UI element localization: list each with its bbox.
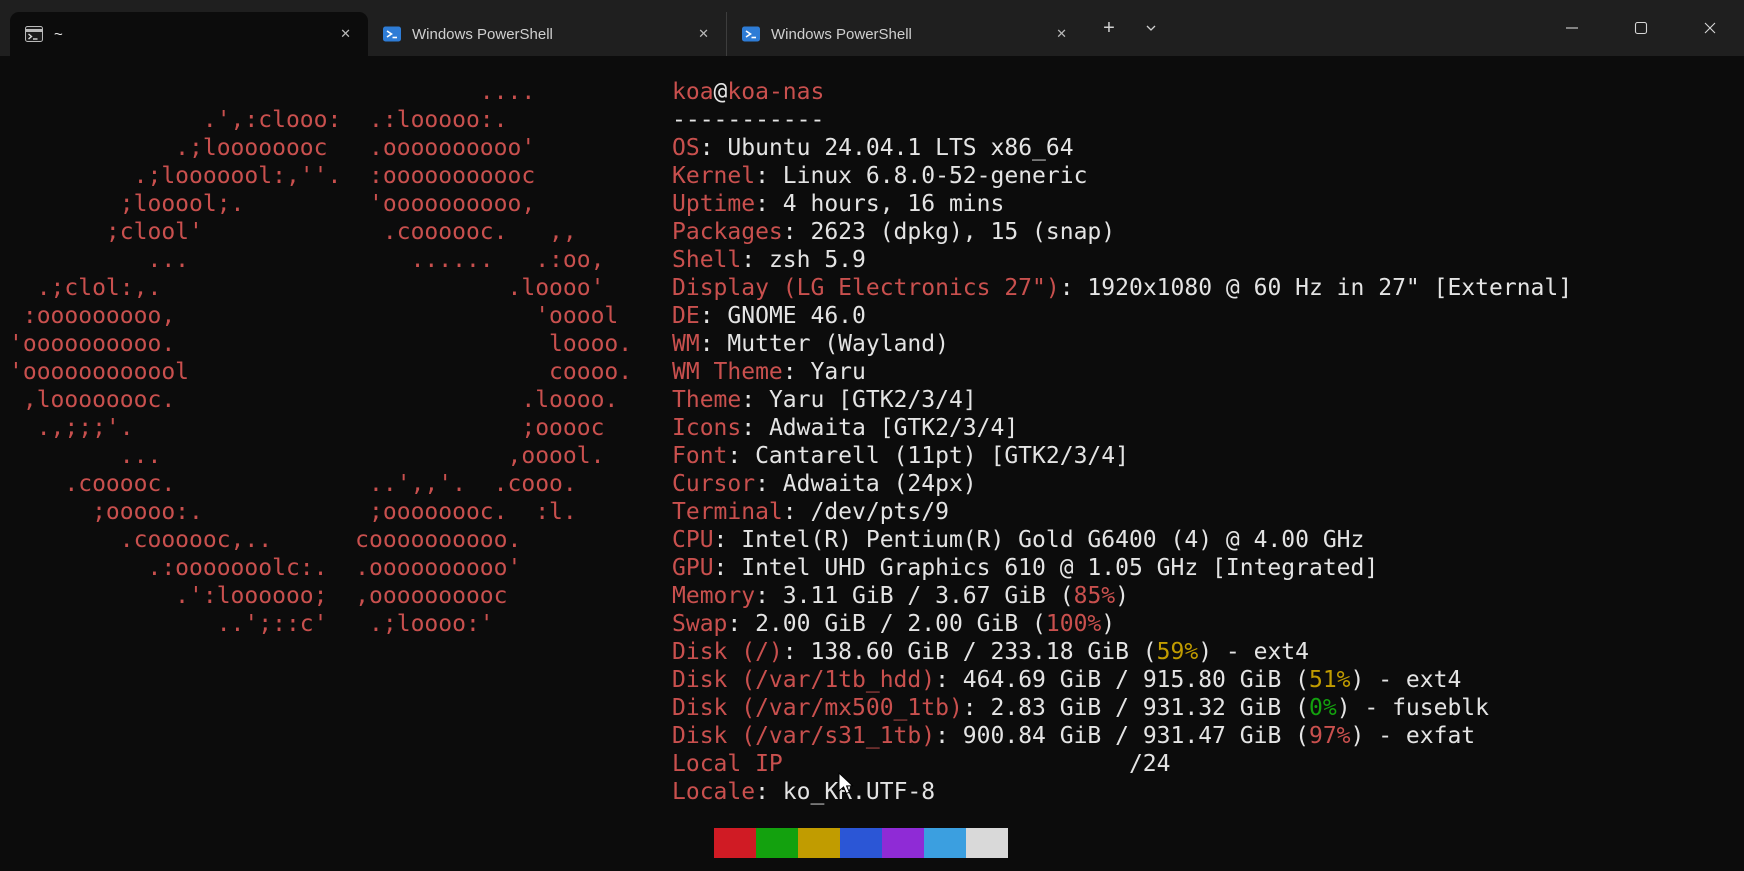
info-line: Kernel: Linux 6.8.0-52-generic bbox=[672, 163, 1088, 189]
tab-close-icon[interactable]: ✕ bbox=[333, 24, 358, 44]
info-line: Packages: 2623 (dpkg), 15 (snap) bbox=[672, 219, 1116, 245]
info-line: Disk (/var/1tb_hdd): 464.69 GiB / 915.80… bbox=[672, 667, 1462, 693]
tab-label: ~ bbox=[54, 25, 63, 43]
tab-dropdown-button[interactable] bbox=[1134, 12, 1168, 44]
powershell-icon bbox=[741, 24, 761, 44]
info-line: Terminal: /dev/pts/9 bbox=[672, 499, 949, 525]
close-button[interactable] bbox=[1675, 0, 1744, 56]
info-line: koa@koa-nas bbox=[672, 79, 825, 105]
tab-powershell-2[interactable]: Windows PowerShell ✕ bbox=[726, 12, 1084, 56]
color-swatch bbox=[756, 828, 798, 858]
info-line: Cursor: Adwaita (24px) bbox=[672, 471, 977, 497]
color-swatch bbox=[882, 828, 924, 858]
tab-strip: ~ ✕ Windows PowerShell ✕ Windows PowerSh… bbox=[0, 0, 1537, 56]
close-icon bbox=[1704, 22, 1715, 34]
info-line: ----------- bbox=[672, 107, 825, 133]
info-line: Swap: 2.00 GiB / 2.00 GiB (100%) bbox=[672, 611, 1116, 637]
minimize-icon bbox=[1565, 27, 1578, 29]
terminal-body[interactable]: .... .',:clooo: .:looooo:. .;loooooooc .… bbox=[0, 56, 1744, 858]
info-line: GPU: Intel UHD Graphics 610 @ 1.05 GHz [… bbox=[672, 555, 1379, 581]
terminal-window: ~ ✕ Windows PowerShell ✕ Windows PowerSh… bbox=[0, 0, 1744, 871]
terminal-icon bbox=[24, 24, 44, 44]
maximize-icon bbox=[1634, 21, 1647, 35]
tab-label: Windows PowerShell bbox=[771, 25, 912, 43]
maximize-button[interactable] bbox=[1606, 0, 1675, 56]
ascii-art: .... .',:clooo: .:looooo:. .;loooooooc .… bbox=[9, 79, 633, 637]
tab-close-icon[interactable]: ✕ bbox=[691, 24, 716, 44]
info-line: Display (LG Electronics 27"): 1920x1080 … bbox=[672, 275, 1573, 301]
powershell-icon bbox=[382, 24, 402, 44]
info-line: Locale: ko_KR.UTF-8 bbox=[672, 779, 936, 805]
system-info-lines: koa@koa-nas ----------- OS: Ubuntu 24.04.1… bbox=[672, 78, 1572, 806]
info-line: OS: Ubuntu 24.04.1 LTS x86_64 bbox=[672, 135, 1074, 161]
tab-close-icon[interactable]: ✕ bbox=[1049, 24, 1074, 44]
color-swatch bbox=[798, 828, 840, 858]
info-line: CPU: Intel(R) Pentium(R) Gold G6400 (4) … bbox=[672, 527, 1365, 553]
tab-label: Windows PowerShell bbox=[412, 25, 553, 43]
color-swatches bbox=[672, 828, 1572, 858]
minimize-button[interactable] bbox=[1537, 0, 1606, 56]
tab-powershell-1[interactable]: Windows PowerShell ✕ bbox=[368, 12, 726, 56]
color-swatch bbox=[714, 828, 756, 858]
info-line: Disk (/): 138.60 GiB / 233.18 GiB (59%) … bbox=[672, 639, 1309, 665]
info-line: Font: Cantarell (11pt) [GTK2/3/4] bbox=[672, 443, 1129, 469]
color-swatch bbox=[840, 828, 882, 858]
info-line: Theme: Yaru [GTK2/3/4] bbox=[672, 387, 977, 413]
color-swatch bbox=[924, 828, 966, 858]
titlebar[interactable]: ~ ✕ Windows PowerShell ✕ Windows PowerSh… bbox=[0, 0, 1744, 56]
info-line: Uptime: 4 hours, 16 mins bbox=[672, 191, 1005, 217]
window-controls bbox=[1537, 0, 1744, 56]
color-swatch bbox=[672, 828, 714, 858]
info-line: Disk (/var/mx500_1tb): 2.83 GiB / 931.32… bbox=[672, 695, 1490, 721]
fastfetch-output: koa@koa-nas ----------- OS: Ubuntu 24.04.1… bbox=[672, 78, 1572, 858]
info-line: Icons: Adwaita [GTK2/3/4] bbox=[672, 415, 1019, 441]
chevron-down-icon bbox=[1146, 25, 1156, 31]
info-line: Local IP /24 bbox=[672, 751, 1171, 777]
info-line: WM: Mutter (Wayland) bbox=[672, 331, 949, 357]
new-tab-button[interactable]: + bbox=[1092, 12, 1126, 44]
info-line: Shell: zsh 5.9 bbox=[672, 247, 866, 273]
info-line: Memory: 3.11 GiB / 3.67 GiB (85%) bbox=[672, 583, 1129, 609]
info-line: DE: GNOME 46.0 bbox=[672, 303, 866, 329]
info-line: Disk (/var/s31_1tb): 900.84 GiB / 931.47… bbox=[672, 723, 1476, 749]
info-line: WM Theme: Yaru bbox=[672, 359, 866, 385]
color-swatch bbox=[966, 828, 1008, 858]
tab-home[interactable]: ~ ✕ bbox=[10, 12, 368, 56]
